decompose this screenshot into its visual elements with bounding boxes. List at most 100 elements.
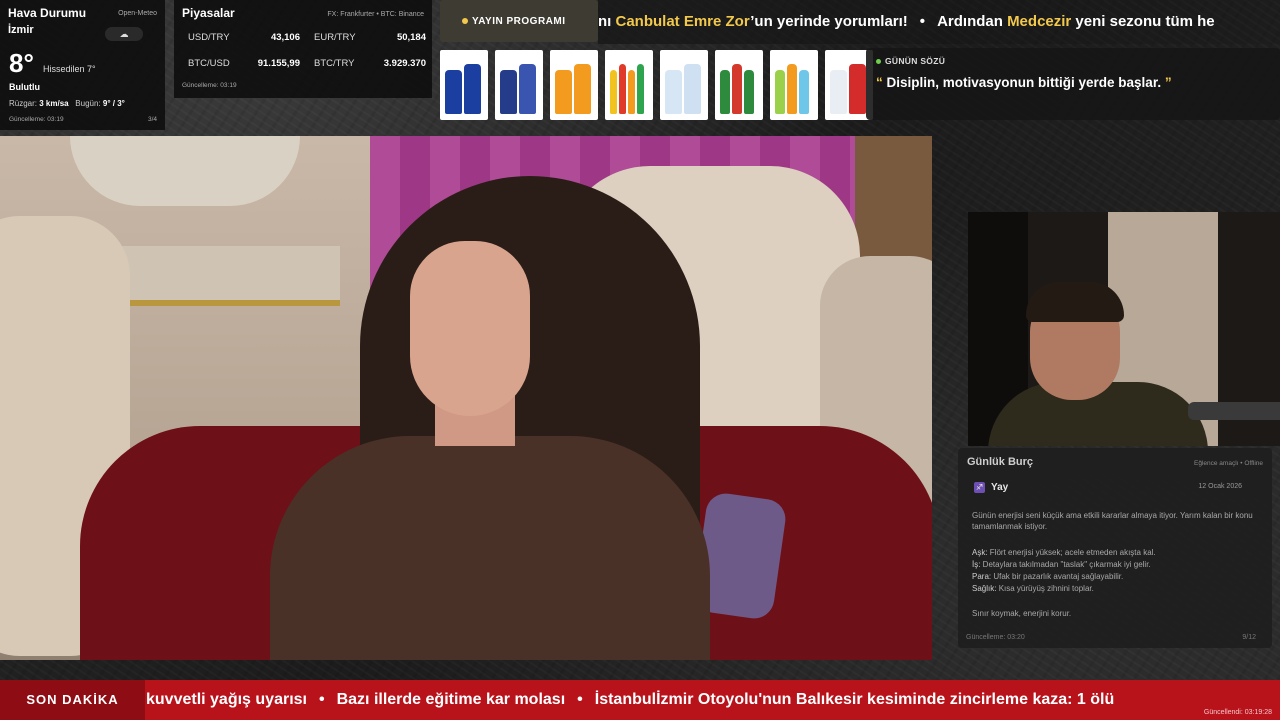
breaking-news-label: SON DAKİKA xyxy=(0,680,145,720)
breaking-news-bar: kuvvetli yağış uyarısı • Bazı illerde eğit… xyxy=(0,680,1280,720)
bottle-shape xyxy=(619,64,626,114)
quote-label: GÜNÜN SÖZÜ xyxy=(876,56,1270,66)
market-key: EUR/TRY xyxy=(314,32,356,43)
breaking-news-updated: Güncellendi: 03:19:28 xyxy=(1199,709,1272,716)
market-value: 91.155,99 xyxy=(257,58,300,69)
bottle-shape xyxy=(744,70,754,114)
breaking-news-ticker: kuvvetli yağış uyarısı • Bazı illerde eğit… xyxy=(146,680,1114,720)
weather-page: 3/4 xyxy=(147,116,157,123)
ticker-text: nı xyxy=(598,13,616,30)
ticker-text: ’un yerinde yorumları! xyxy=(750,13,908,30)
news-item: Bazı illerde eğitime kar molası xyxy=(336,691,566,708)
green-bottles-product xyxy=(715,50,763,120)
horoscope-sign-name: Yay xyxy=(991,482,1009,494)
weather-widget: Hava Durumu Open-Meteo İzmir ☁ 8° Hissed… xyxy=(0,0,165,130)
horoscope-item-key: Para: xyxy=(972,572,992,581)
schedule-ticker-text: nı Canbulat Emre Zor’un yerinde yorumlar… xyxy=(598,13,1215,30)
bottle-shape xyxy=(555,70,572,114)
market-key: USD/TRY xyxy=(188,32,230,43)
horoscope-item-value: Ufak bir pazarlık avantaj sağlayabilir. xyxy=(991,572,1124,581)
horoscope-date: 12 Ocak 2026 xyxy=(1198,483,1242,490)
horoscope-source: Eğlence amaçlı • Offline xyxy=(1194,460,1263,467)
quote-text: “ Disiplin, motivasyonun bittiği yerde b… xyxy=(876,75,1270,90)
blue-bottles-product xyxy=(495,50,543,120)
bottle-shape xyxy=(637,64,644,114)
horoscope-item-key: Sağlık: xyxy=(972,584,997,593)
horoscope-page: 9/12 xyxy=(1242,634,1256,641)
quote-widget: GÜNÜN SÖZÜ “ Disiplin, motivasyonun bitt… xyxy=(866,48,1280,120)
ticker-highlight: Medcezir xyxy=(1007,13,1072,30)
market-row: BTC/TRY 3.929.370 xyxy=(314,58,426,69)
bottle-shape xyxy=(720,70,730,114)
market-row: BTC/USD 91.155,99 xyxy=(188,58,300,69)
market-value: 50,184 xyxy=(396,32,426,43)
weather-updated: Güncelleme: 03:19 xyxy=(9,116,64,123)
weather-condition: Bulutlu xyxy=(9,82,40,92)
horoscope-item-value: Kısa yürüyüş zihnini toplar. xyxy=(996,584,1094,593)
horoscope-widget: Günlük Burç Eğlence amaçlı • Offline ♐ Ya… xyxy=(958,448,1272,648)
video-person-face xyxy=(410,241,530,416)
sagittarius-icon: ♐ xyxy=(974,482,985,493)
horoscope-item: Aşk: Flört enerjisi yüksek; acele etmede… xyxy=(972,547,1264,558)
weather-feels-like: Hissedilen 7° xyxy=(43,64,96,74)
wind-label: Rüzgar: xyxy=(9,99,38,108)
bottle-shape xyxy=(787,64,797,114)
bottle-shape xyxy=(775,70,785,114)
mixed-soda-product xyxy=(605,50,653,120)
sponsor-products xyxy=(440,50,873,120)
bottle-shape xyxy=(500,70,517,114)
weather-source: Open-Meteo xyxy=(118,10,157,17)
news-item: kuvvetli yağış uyarısı xyxy=(146,691,307,708)
bottle-shape xyxy=(519,64,536,114)
bottle-shape xyxy=(665,70,682,114)
horoscope-item-value: Detaylara takılmadan "taslak" çıkarmak i… xyxy=(980,560,1151,569)
horoscope-item: İş: Detaylara takılmadan "taslak" çıkarm… xyxy=(972,559,1264,570)
ticker-text: Ardından xyxy=(937,13,1008,30)
live-dot-icon xyxy=(462,18,468,24)
horoscope-sign: ♐ Yay xyxy=(974,482,1008,493)
schedule-label-box: YAYIN PROGRAMI xyxy=(440,0,598,42)
video-person-body xyxy=(270,436,710,660)
webcam-feed[interactable] xyxy=(968,212,1280,446)
schedule-ticker: nı Canbulat Emre Zor’un yerinde yorumlar… xyxy=(598,0,1280,44)
news-separator: • xyxy=(318,691,325,708)
bottle-shape xyxy=(849,64,866,114)
market-value: 3.929.370 xyxy=(383,58,426,69)
today-value: 9° / 3° xyxy=(102,99,125,108)
bottle-shape xyxy=(574,64,591,114)
market-row: USD/TRY 43,106 xyxy=(188,32,300,43)
news-item: İstanbulİzmir Otoyolu'nun Balıkesir kesi… xyxy=(594,691,1115,708)
ticker-text: yeni sezonu tüm he xyxy=(1071,13,1215,30)
markets-source: FX: Frankfurter • BTC: Binance xyxy=(327,11,424,18)
bottle-shape xyxy=(799,70,809,114)
cloud-icon: ☁ xyxy=(105,27,143,41)
main-video-feed[interactable] xyxy=(0,136,932,660)
horoscope-item-key: Aşk: xyxy=(972,548,988,557)
water-bottles-product xyxy=(660,50,708,120)
markets-updated: Güncelleme: 03:19 xyxy=(182,82,237,89)
market-key: BTC/USD xyxy=(188,58,230,69)
bottle-shape xyxy=(464,64,481,114)
bottle-shape xyxy=(684,64,701,114)
bottle-shape xyxy=(610,70,617,114)
today-label: Bugün: xyxy=(75,99,101,108)
horoscope-advice: Sınır koymak, enerjini korur. xyxy=(972,609,1072,618)
quote-label-text: GÜNÜN SÖZÜ xyxy=(885,56,946,66)
horoscope-summary: Günün enerjisi seni küçük ama etkili kar… xyxy=(972,511,1253,531)
horoscope-updated: Güncelleme: 03:20 xyxy=(966,634,1025,641)
quote-body: Disiplin, motivasyonun bittiği yerde baş… xyxy=(886,75,1162,90)
bottle-shape xyxy=(732,64,742,114)
horoscope-item: Sağlık: Kısa yürüyüş zihnini toplar. xyxy=(972,583,1264,594)
fruit-soda-product xyxy=(770,50,818,120)
orange-bottle-product xyxy=(550,50,598,120)
quote-open-mark: “ xyxy=(876,75,883,90)
horoscope-item: Para: Ufak bir pazarlık avantaj sağlayab… xyxy=(972,571,1264,582)
markets-widget: Piyasalar FX: Frankfurter • BTC: Binance… xyxy=(174,0,432,98)
weather-temperature: 8° xyxy=(9,48,34,78)
ticker-highlight: Canbulat Emre Zor xyxy=(615,13,751,30)
bottle-shape xyxy=(445,70,462,114)
video-vase xyxy=(70,136,300,206)
webcam-person-hair xyxy=(1026,282,1124,322)
microphone-arm xyxy=(1188,402,1280,420)
wind-value: 3 km/sa xyxy=(39,99,69,108)
